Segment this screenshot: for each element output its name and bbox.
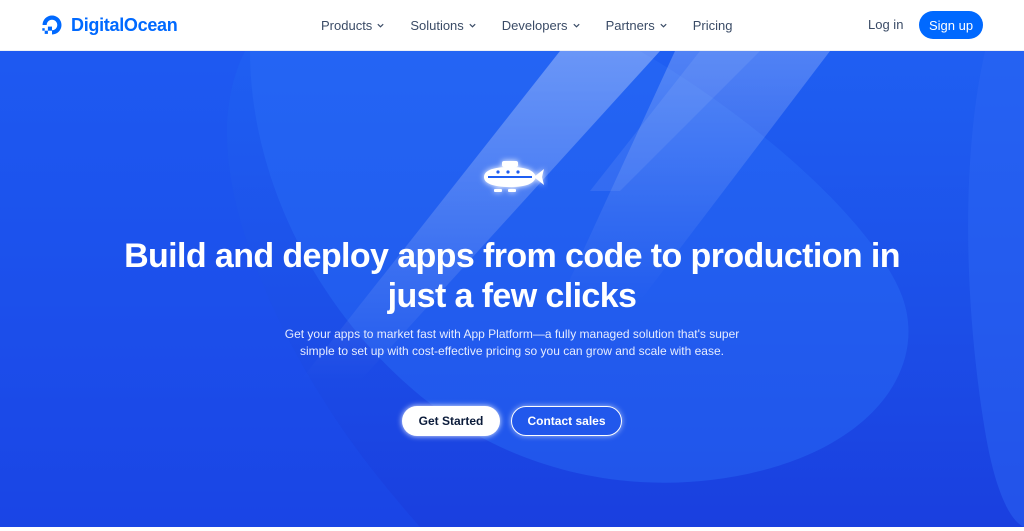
brand-logo-link[interactable]: DigitalOcean [40,13,178,37]
hero-subtext: Get your apps to market fast with App Pl… [284,327,740,358]
chevron-down-icon [660,23,667,28]
signup-button[interactable]: Sign up [919,11,983,39]
brand-name: DigitalOcean [71,14,178,35]
nav-item-label: Developers [501,18,568,33]
bottom-divider [0,527,1024,531]
hero-section: Build and deploy apps from code to produ… [0,51,1024,527]
nav-item-label: Pricing [692,18,733,33]
nav-item-pricing[interactable]: Pricing [693,18,733,33]
site-header: DigitalOcean Products Solutions Develope… [0,0,1024,51]
nav-item-label: Partners [605,18,655,33]
nav-item-label: Products [321,18,373,33]
digitalocean-logo-icon [42,15,62,35]
submarine-icon [484,161,544,192]
get-started-button[interactable]: Get Started [402,406,500,436]
chevron-down-icon [469,23,476,28]
main-nav: Products Solutions Developers Partners P… [321,0,732,51]
chevron-down-icon [377,23,384,28]
contact-sales-button[interactable]: Contact sales [511,406,622,436]
nav-item-solutions[interactable]: Solutions [410,18,476,33]
nav-item-label: Solutions [410,18,464,33]
login-link[interactable]: Log in [868,17,903,32]
nav-item-developers[interactable]: Developers [502,18,581,33]
nav-item-partners[interactable]: Partners [606,18,668,33]
nav-item-products[interactable]: Products [321,18,385,33]
hero-headline: Build and deploy apps from code to produ… [124,237,900,315]
chevron-down-icon [572,23,580,28]
